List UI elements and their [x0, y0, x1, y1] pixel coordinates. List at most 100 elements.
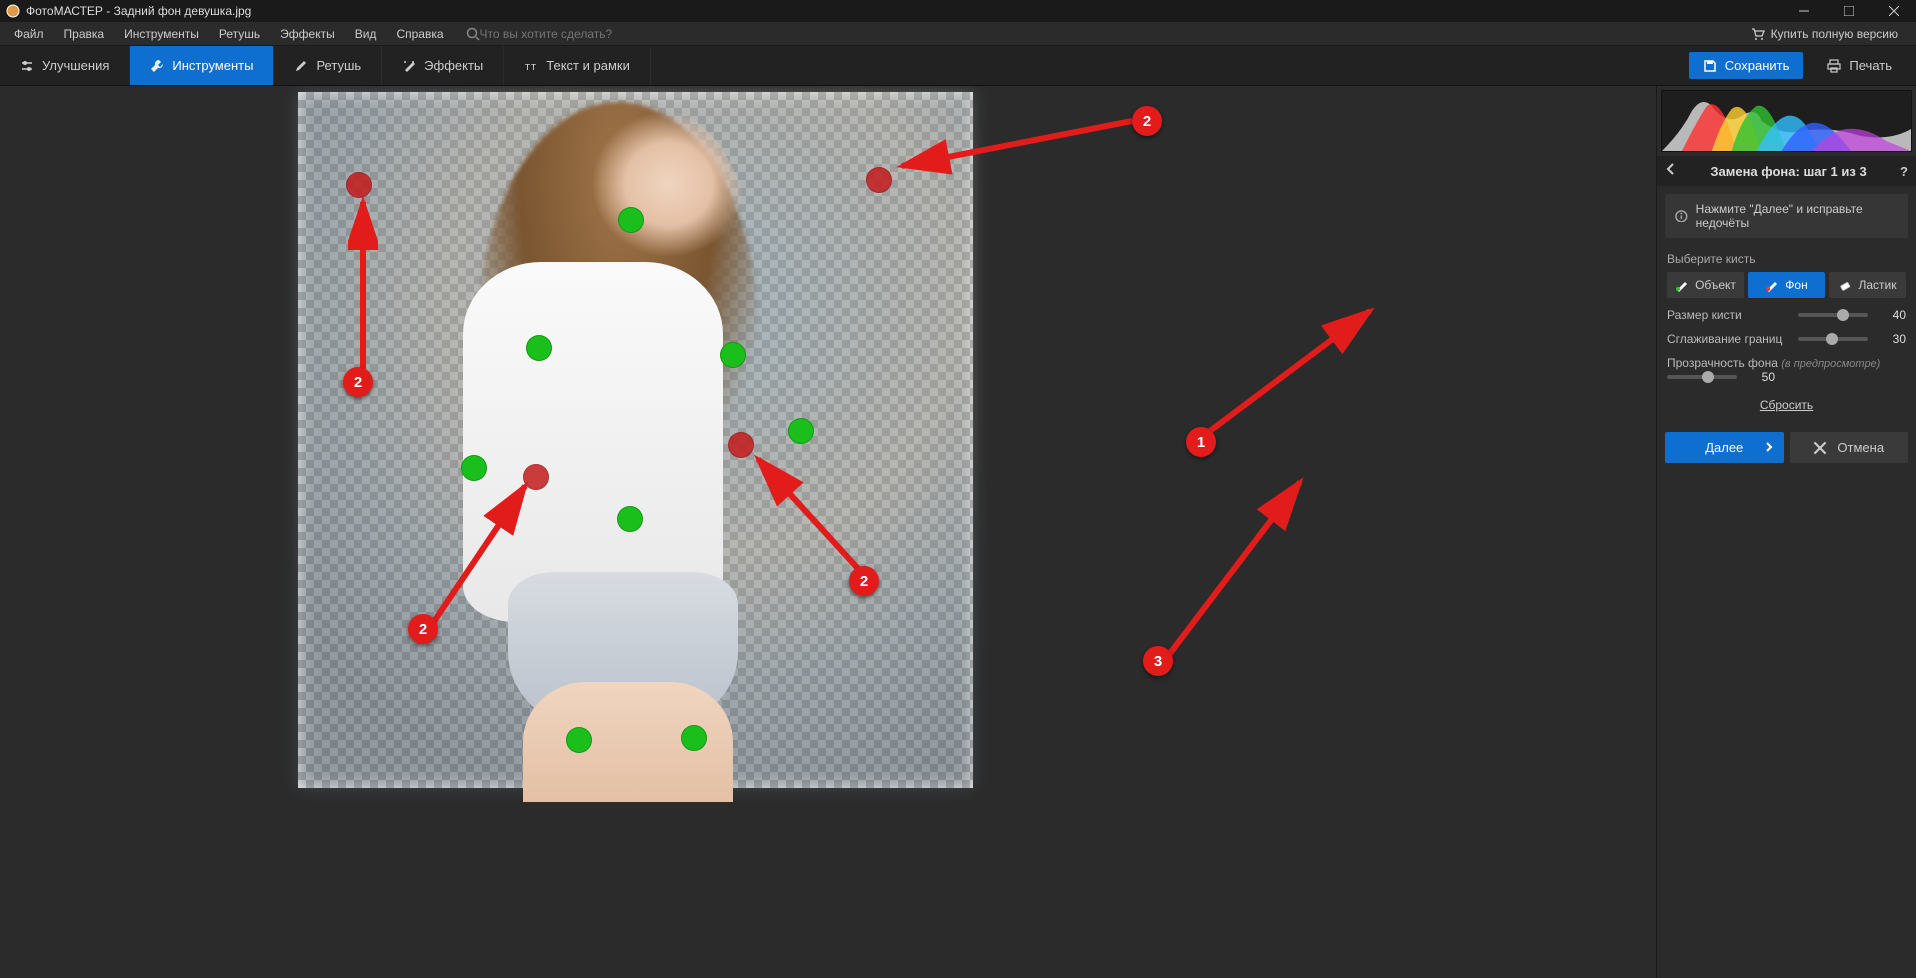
bg-marker[interactable]: [728, 432, 754, 458]
app-name: ФотоМАСТЕР: [26, 4, 103, 18]
next-label: Далее: [1705, 440, 1743, 455]
panel-header: Замена фона: шаг 1 из 3 ?: [1657, 156, 1916, 186]
cart-icon: [1751, 27, 1765, 41]
canvas-zone[interactable]: 1 2 2 2 2 3: [0, 86, 1656, 978]
menu-help[interactable]: Справка: [386, 22, 453, 46]
cancel-label: Отмена: [1837, 440, 1884, 455]
print-label: Печать: [1849, 58, 1892, 73]
slider-opacity-label: Прозрачность фона (в предпросмотре): [1667, 356, 1906, 370]
svg-text:т: т: [525, 61, 530, 73]
window-titlebar: ФотоМАСТЕР - Задний фон девушка.jpg: [0, 0, 1916, 22]
svg-text:т: т: [531, 61, 536, 73]
panel-title: Замена фона: шаг 1 из 3: [1683, 164, 1894, 179]
window-controls: [1781, 0, 1916, 22]
eraser-icon: [1839, 278, 1853, 292]
brush-row: Объект Фон Ластик: [1667, 272, 1906, 298]
brush-eraser-label: Ластик: [1859, 278, 1897, 292]
close-button[interactable]: [1871, 0, 1916, 22]
slider-smooth-label: Сглаживание границ: [1667, 332, 1798, 346]
menu-file[interactable]: Файл: [4, 22, 54, 46]
menu-effects[interactable]: Эффекты: [270, 22, 345, 46]
menubar: Файл Правка Инструменты Ретушь Эффекты В…: [0, 22, 1916, 46]
tab-text-label: Текст и рамки: [546, 58, 630, 73]
search-icon: [466, 27, 480, 41]
slider-opacity-track[interactable]: [1667, 375, 1737, 379]
panel-actions: Далее Отмена: [1657, 432, 1916, 463]
bg-marker[interactable]: [866, 167, 892, 193]
object-marker[interactable]: [566, 727, 592, 753]
object-marker[interactable]: [788, 418, 814, 444]
slider-opacity-value: 50: [1745, 370, 1775, 384]
hint-box: Нажмите "Далее" и исправьте недочёты: [1665, 194, 1908, 238]
tab-tools[interactable]: Инструменты: [130, 46, 274, 85]
brush-green-icon: [1675, 278, 1689, 292]
close-icon: [1813, 441, 1827, 455]
menu-tools[interactable]: Инструменты: [114, 22, 209, 46]
menu-edit[interactable]: Правка: [54, 22, 115, 46]
brush-red-icon: [1765, 278, 1779, 292]
magic-icon: [402, 59, 416, 73]
slider-smooth-track[interactable]: [1798, 337, 1868, 341]
callout-2: 2: [343, 367, 373, 397]
side-panel: Замена фона: шаг 1 из 3 ? Нажмите "Далее…: [1656, 86, 1916, 978]
next-button[interactable]: Далее: [1665, 432, 1784, 463]
tab-retouch[interactable]: Ретушь: [274, 46, 382, 85]
arrow-3: [1160, 474, 1310, 664]
main-toolbar: Улучшения Инструменты Ретушь Эффекты тт …: [0, 46, 1916, 86]
slider-smooth-value: 30: [1876, 332, 1906, 346]
tab-enhance-label: Улучшения: [42, 58, 109, 73]
photo: [298, 92, 973, 788]
object-marker[interactable]: [681, 725, 707, 751]
brush-background-button[interactable]: Фон: [1748, 272, 1825, 298]
search-input[interactable]: [480, 27, 680, 41]
tab-enhance[interactable]: Улучшения: [0, 46, 130, 85]
canvas[interactable]: [298, 92, 973, 788]
slider-smooth: Сглаживание границ 30: [1667, 332, 1906, 346]
buy-full-button[interactable]: Купить полную версию: [1751, 27, 1912, 41]
wrench-icon: [150, 59, 164, 73]
brush-object-label: Объект: [1695, 278, 1736, 292]
object-marker[interactable]: [720, 342, 746, 368]
brush-object-button[interactable]: Объект: [1667, 272, 1744, 298]
brush-section: Выберите кисть Объект Фон Ластик Размер …: [1657, 246, 1916, 432]
bg-marker[interactable]: [523, 464, 549, 490]
object-marker[interactable]: [526, 335, 552, 361]
info-icon: [1675, 209, 1688, 223]
slider-opacity: Прозрачность фона (в предпросмотре) 50: [1667, 356, 1906, 384]
slider-size-value: 40: [1876, 308, 1906, 322]
toolbar-right: Сохранить Печать: [1689, 46, 1916, 85]
bg-marker[interactable]: [346, 172, 372, 198]
arrow-1: [1200, 301, 1400, 441]
buy-full-label: Купить полную версию: [1771, 27, 1898, 41]
menu-retouch[interactable]: Ретушь: [209, 22, 270, 46]
help-button[interactable]: ?: [1900, 164, 1908, 179]
slider-size: Размер кисти 40: [1667, 308, 1906, 322]
maximize-button[interactable]: [1826, 0, 1871, 22]
brush-eraser-button[interactable]: Ластик: [1829, 272, 1906, 298]
object-marker[interactable]: [617, 506, 643, 532]
tab-text[interactable]: тт Текст и рамки: [504, 46, 651, 85]
slider-opacity-label-text: Прозрачность фона: [1667, 356, 1778, 370]
brush-background-label: Фон: [1785, 278, 1807, 292]
menu-view[interactable]: Вид: [345, 22, 387, 46]
tab-effects-label: Эффекты: [424, 58, 483, 73]
tab-retouch-label: Ретушь: [316, 58, 361, 73]
object-marker[interactable]: [618, 207, 644, 233]
minimize-button[interactable]: [1781, 0, 1826, 22]
chevron-right-icon: [1764, 440, 1774, 455]
menubar-search: [466, 27, 680, 41]
reset-link[interactable]: Сбросить: [1667, 398, 1906, 412]
cancel-button[interactable]: Отмена: [1790, 432, 1909, 463]
window-title: ФотоМАСТЕР - Задний фон девушка.jpg: [26, 4, 1781, 18]
save-button[interactable]: Сохранить: [1689, 52, 1804, 79]
choose-brush-label: Выберите кисть: [1667, 252, 1906, 266]
histogram[interactable]: [1661, 90, 1912, 152]
slider-size-track[interactable]: [1798, 313, 1868, 317]
save-label: Сохранить: [1725, 58, 1790, 73]
tab-effects[interactable]: Эффекты: [382, 46, 504, 85]
object-marker[interactable]: [461, 455, 487, 481]
callout-2: 2: [1132, 106, 1162, 136]
slider-opacity-hint: (в предпросмотре): [1781, 358, 1880, 370]
back-button[interactable]: [1665, 162, 1677, 180]
print-button[interactable]: Печать: [1813, 52, 1906, 79]
